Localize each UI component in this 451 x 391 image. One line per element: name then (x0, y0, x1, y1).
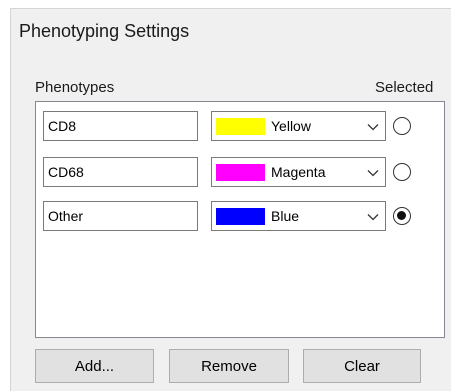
phenotypes-column-label: Phenotypes (35, 79, 115, 96)
phenotype-name-input[interactable]: CD8 (43, 111, 198, 141)
selected-radio[interactable] (393, 117, 411, 135)
chevron-down-icon (367, 170, 379, 177)
color-select[interactable]: Yellow (211, 111, 386, 141)
phenotype-row: Other Blue (36, 201, 444, 235)
phenotype-row: CD68 Magenta (36, 157, 444, 191)
color-select[interactable]: Blue (211, 201, 386, 231)
remove-button[interactable]: Remove (169, 349, 289, 383)
color-select-label: Blue (271, 208, 300, 224)
phenotype-row: CD8 Yellow (36, 111, 444, 145)
color-select-label: Magenta (271, 164, 326, 180)
color-select-label: Yellow (271, 118, 311, 134)
panel-title: Phenotyping Settings (19, 21, 190, 41)
add-button[interactable]: Add... (35, 349, 154, 383)
color-swatch (216, 164, 265, 181)
chevron-down-icon (367, 124, 379, 131)
color-swatch (216, 118, 265, 135)
selected-radio[interactable] (393, 207, 411, 225)
phenotype-name-input[interactable]: Other (43, 201, 198, 231)
selected-radio[interactable] (393, 163, 411, 181)
selected-column-label: Selected (375, 79, 434, 96)
phenotype-list: CD8 Yellow CD68 Magenta Other Blue (35, 101, 445, 338)
phenotype-name-input[interactable]: CD68 (43, 157, 198, 187)
clear-button[interactable]: Clear (303, 349, 421, 383)
chevron-down-icon (367, 214, 379, 221)
color-swatch (216, 208, 265, 225)
color-select[interactable]: Magenta (211, 157, 386, 187)
